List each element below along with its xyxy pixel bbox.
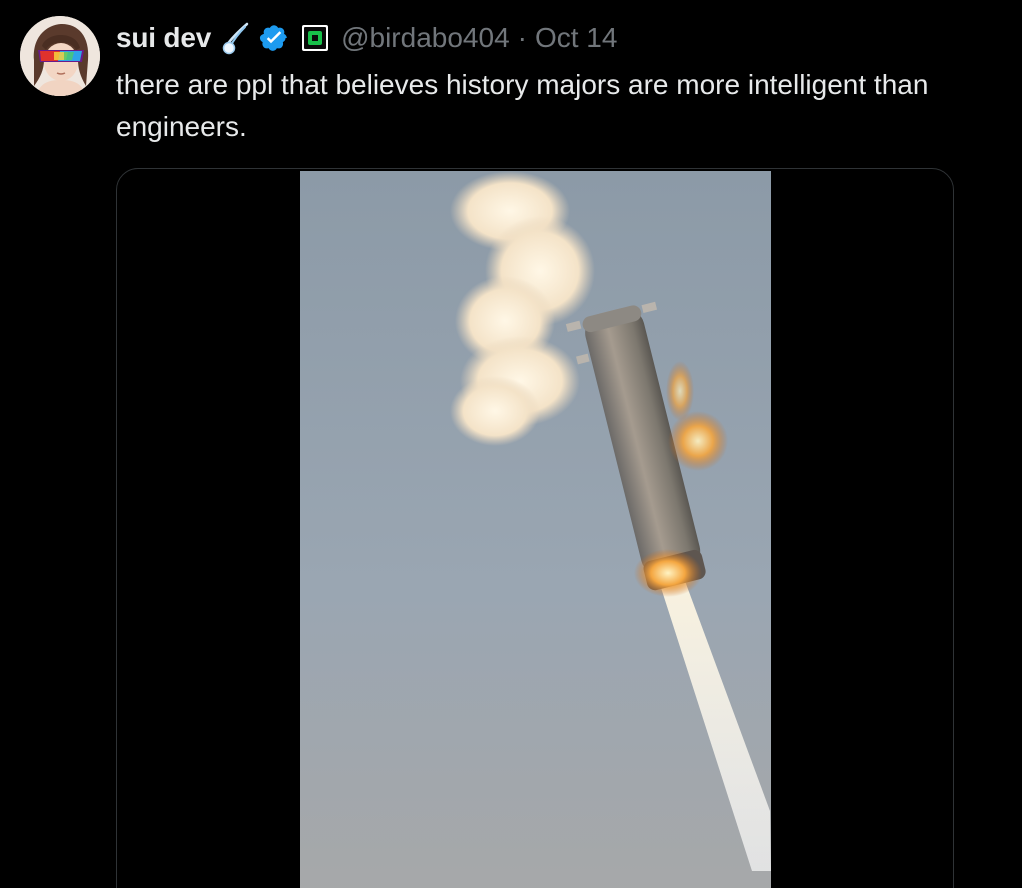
- avatar[interactable]: [20, 16, 100, 96]
- display-name[interactable]: sui dev: [116, 22, 211, 54]
- comet-icon: [221, 21, 251, 55]
- verified-badge-icon[interactable]: [259, 23, 289, 53]
- author-handle[interactable]: @birdabo404: [341, 22, 510, 54]
- tweet-date[interactable]: Oct 14: [535, 22, 617, 54]
- tweet-header: sui dev @birdabo404 · Oct 14: [116, 18, 617, 58]
- tweet-text: there are ppl that believes history majo…: [116, 69, 929, 142]
- video-thumbnail[interactable]: [300, 171, 771, 888]
- media-container[interactable]: [116, 168, 954, 888]
- tweet: sui dev @birdabo404 · Oct 14 there are p…: [0, 0, 1022, 888]
- affiliate-badge-icon[interactable]: [301, 24, 329, 52]
- separator-dot: ·: [517, 22, 527, 53]
